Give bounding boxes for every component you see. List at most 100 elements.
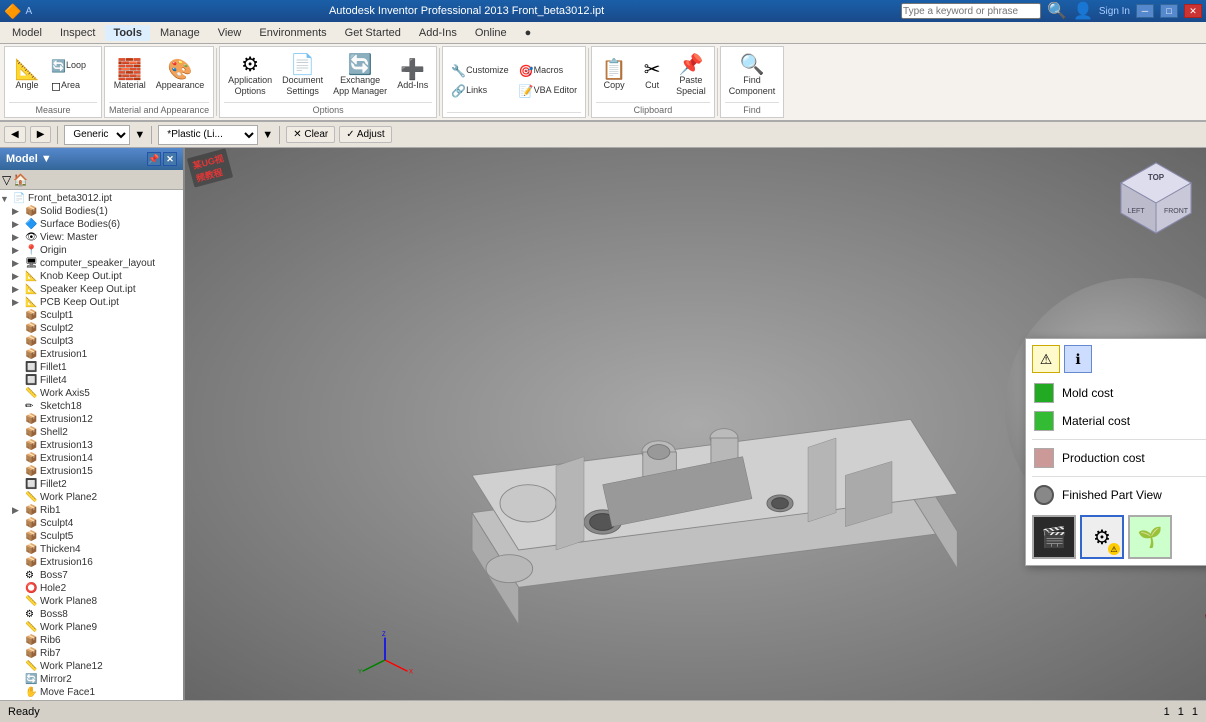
popup-warning-icon[interactable]: ⚠	[1032, 345, 1060, 373]
material-group-label: Material and Appearance	[109, 102, 209, 115]
tree-item-view-master[interactable]: ▶ 👁 View: Master	[12, 231, 183, 244]
menu-view[interactable]: View	[210, 25, 250, 41]
tree-item-sketch18[interactable]: ✏ Sketch18	[12, 400, 183, 413]
tree-item-extrusion13[interactable]: 📦 Extrusion13	[12, 439, 183, 452]
tree-item-pcb-keep-out[interactable]: ▶ 📐 PCB Keep Out.ipt	[12, 296, 183, 309]
minimize-button[interactable]: ─	[1136, 4, 1154, 18]
popup-divider-2	[1032, 476, 1206, 477]
toolbar-back-button[interactable]: ◀	[4, 126, 26, 143]
application-options-button[interactable]: ⚙ ApplicationOptions	[224, 53, 276, 99]
vba-editor-button[interactable]: 📝 VBA Editor	[515, 82, 581, 100]
customize-button[interactable]: 🔧 Customize	[447, 62, 512, 80]
tree-item-origin[interactable]: ▶ 📍 Origin	[12, 244, 183, 257]
measure-area-button[interactable]: ◻ Area	[47, 77, 97, 95]
tree-item-work-axis5[interactable]: 📏 Work Axis5	[12, 387, 183, 400]
popup-thumb-3[interactable]: 🌱	[1128, 515, 1172, 559]
tree-item-computer-speaker[interactable]: ▶ 🖥 computer_speaker_layout	[12, 257, 183, 270]
menu-inspect[interactable]: Inspect	[52, 25, 103, 41]
tree-item-extrusion1[interactable]: 📦 Extrusion1	[12, 348, 183, 361]
tree-item-work-plane2[interactable]: 📏 Work Plane2	[12, 491, 183, 504]
sidebar-pin-button[interactable]: 📌	[147, 152, 161, 166]
popup-divider-1	[1032, 439, 1206, 440]
tree-item-knob-keep-out[interactable]: ▶ 📐 Knob Keep Out.ipt	[12, 270, 183, 283]
measure-angle-button[interactable]: 📐 Angle	[9, 58, 45, 93]
axes-widget: X Y Z	[355, 630, 415, 690]
tree-item-rib1[interactable]: ▶ 📦 Rib1	[12, 504, 183, 517]
menu-extra[interactable]: ●	[517, 25, 540, 41]
toolbar-style-dropdown[interactable]: Generic	[64, 125, 130, 145]
material-button[interactable]: 🧱 Material	[110, 58, 150, 93]
tree-item-shell2[interactable]: 📦 Shell2	[12, 426, 183, 439]
toolbar-adjust-button[interactable]: ✓ Adjust	[339, 126, 391, 143]
toolbar-forward-button[interactable]: ▶	[30, 126, 52, 143]
popup-thumb-2[interactable]: ⚙ ⚠	[1080, 515, 1124, 559]
sidebar-home-icon[interactable]: 🏠	[13, 173, 28, 187]
menu-online[interactable]: Online	[467, 25, 515, 41]
links-button[interactable]: 🔗 Links	[447, 82, 512, 100]
copy-button[interactable]: 📋 Copy	[596, 58, 632, 93]
tree-item-sculpt4[interactable]: 📦 Sculpt4	[12, 517, 183, 530]
tree-item-move-face2[interactable]: ✋ Move Face2	[12, 699, 183, 700]
cut-button[interactable]: ✂ Cut	[634, 58, 670, 93]
popup-item-production-cost[interactable]: Production cost	[1032, 444, 1206, 472]
add-ins-button[interactable]: ➕ Add-Ins	[393, 58, 432, 93]
menu-model[interactable]: Model	[4, 25, 50, 41]
tree-item-sculpt1[interactable]: 📦 Sculpt1	[12, 309, 183, 322]
popup-thumb-1[interactable]: 🎬	[1032, 515, 1076, 559]
tree-item-work-plane9[interactable]: 📏 Work Plane9	[12, 621, 183, 634]
maximize-button[interactable]: □	[1160, 4, 1178, 18]
menu-environments[interactable]: Environments	[251, 25, 334, 41]
tree-item-surface-bodies[interactable]: ▶ 🔷 Surface Bodies(6)	[12, 218, 183, 231]
popup-item-finished-part[interactable]: Finished Part View	[1032, 481, 1206, 509]
popup-item-material-cost[interactable]: Material cost	[1032, 407, 1206, 435]
viewport[interactable]: 某UG视 频教程	[185, 148, 1206, 700]
tree-item-fillet2[interactable]: 🔲 Fillet2	[12, 478, 183, 491]
tree-item-speaker-keep-out[interactable]: ▶ 📐 Speaker Keep Out.ipt	[12, 283, 183, 296]
tree-item-root[interactable]: ▼ 📄 Front_beta3012.ipt	[0, 192, 183, 205]
tree-item-rib7[interactable]: 📦 Rib7	[12, 647, 183, 660]
tree-item-mirror2[interactable]: 🔄 Mirror2	[12, 673, 183, 686]
tree-item-fillet4[interactable]: 🔲 Fillet4	[12, 374, 183, 387]
tree-item-extrusion16[interactable]: 📦 Extrusion16	[12, 556, 183, 569]
sidebar-close-button[interactable]: ✕	[163, 152, 177, 166]
tree-item-hole2[interactable]: ⭕ Hole2	[12, 582, 183, 595]
tree-item-extrusion14[interactable]: 📦 Extrusion14	[12, 452, 183, 465]
tree-item-boss8[interactable]: ⚙ Boss8	[12, 608, 183, 621]
macros-button[interactable]: 🎯 Macros	[515, 62, 581, 80]
popup-material-cost-label: Material cost	[1062, 414, 1130, 428]
menu-get-started[interactable]: Get Started	[337, 25, 409, 41]
search-input[interactable]	[901, 3, 1041, 19]
tree-item-work-plane8[interactable]: 📏 Work Plane8	[12, 595, 183, 608]
tree-item-sculpt2[interactable]: 📦 Sculpt2	[12, 322, 183, 335]
popup-info-icon[interactable]: ℹ	[1064, 345, 1092, 373]
tree-item-move-face1[interactable]: ✋ Move Face1	[12, 686, 183, 699]
close-button[interactable]: ✕	[1184, 4, 1202, 18]
sign-in-label[interactable]: Sign In	[1099, 6, 1130, 17]
appearance-button[interactable]: 🎨 Appearance	[152, 58, 209, 93]
tree-item-extrusion15[interactable]: 📦 Extrusion15	[12, 465, 183, 478]
nav-cube[interactable]: TOP LEFT FRONT	[1116, 158, 1196, 238]
exchange-app-manager-button[interactable]: 🔄 ExchangeApp Manager	[329, 53, 391, 99]
clipboard-group-label: Clipboard	[596, 102, 710, 115]
toolbar-material-dropdown[interactable]: *Plastic (Li...	[158, 125, 258, 145]
document-settings-button[interactable]: 📄 DocumentSettings	[278, 53, 327, 99]
tree-item-rib6[interactable]: 📦 Rib6	[12, 634, 183, 647]
menu-add-ins[interactable]: Add-Ins	[411, 25, 465, 41]
tree-item-solid-bodies[interactable]: ▶ 📦 Solid Bodies(1)	[12, 205, 183, 218]
tree-item-sculpt3[interactable]: 📦 Sculpt3	[12, 335, 183, 348]
menu-manage[interactable]: Manage	[152, 25, 208, 41]
toolbar-clear-button[interactable]: ✕ Clear	[286, 126, 335, 143]
tree-item-thicken4[interactable]: 📦 Thicken4	[12, 543, 183, 556]
tree-item-extrusion12[interactable]: 📦 Extrusion12	[12, 413, 183, 426]
menu-tools[interactable]: Tools	[105, 25, 150, 41]
find-component-button[interactable]: 🔍 FindComponent	[725, 53, 780, 99]
tree-item-fillet1[interactable]: 🔲 Fillet1	[12, 361, 183, 374]
paste-special-button[interactable]: 📌 PasteSpecial	[672, 53, 710, 99]
tree-item-work-plane12[interactable]: 📏 Work Plane12	[12, 660, 183, 673]
measure-loop-button[interactable]: 🔄 Loop	[47, 57, 97, 75]
popup-mold-cost-label: Mold cost	[1062, 386, 1113, 400]
popup-item-mold-cost[interactable]: Mold cost	[1032, 379, 1206, 407]
svg-text:LEFT: LEFT	[1127, 208, 1145, 215]
tree-item-boss7[interactable]: ⚙ Boss7	[12, 569, 183, 582]
tree-item-sculpt5[interactable]: 📦 Sculpt5	[12, 530, 183, 543]
